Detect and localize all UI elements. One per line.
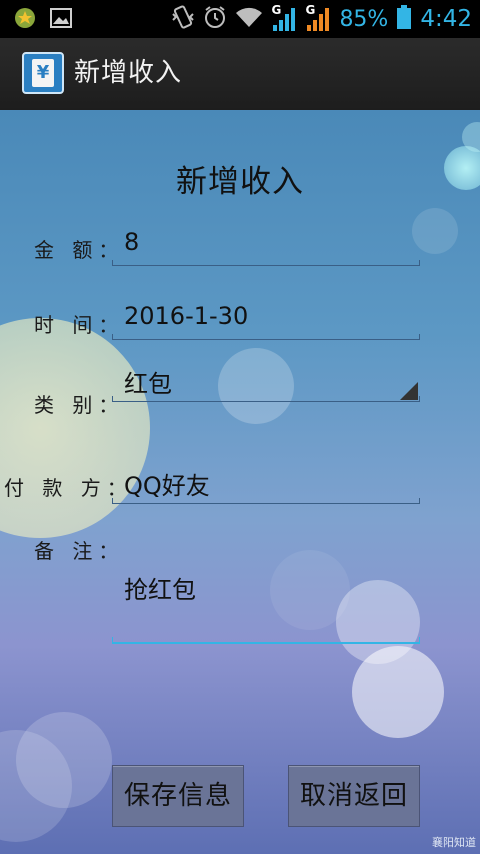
payer-value: QQ好友 — [124, 472, 210, 500]
clock: 4:42 — [420, 6, 472, 32]
cancel-button[interactable]: 取消返回 — [288, 765, 420, 827]
action-bar: ¥ 新增收入 — [0, 38, 480, 112]
bokeh-decoration — [0, 318, 150, 538]
watermark: 襄阳知道 — [432, 836, 476, 849]
app-notification-icon — [14, 7, 36, 33]
field-underline — [112, 334, 420, 340]
image-notification-icon — [50, 8, 72, 32]
app-icon[interactable]: ¥ — [22, 52, 64, 94]
amount-label: 金 额： — [34, 238, 125, 262]
vibrate-icon — [171, 4, 195, 34]
dropdown-arrow-icon — [400, 382, 418, 400]
battery-percent: 85% — [339, 6, 389, 32]
field-underline — [112, 260, 420, 266]
action-bar-title: 新增收入 — [74, 58, 183, 88]
time-value: 2016-1-30 — [124, 302, 249, 330]
payer-field[interactable]: QQ好友 — [112, 458, 420, 504]
note-field[interactable]: 抢红包 — [112, 550, 420, 644]
field-underline — [112, 396, 420, 402]
status-bar: G G 85% 4:42 — [0, 0, 480, 38]
save-button[interactable]: 保存信息 — [112, 765, 244, 827]
signal-icon-2: G — [305, 3, 331, 33]
category-spinner[interactable]: 红包 — [112, 358, 420, 402]
time-field[interactable]: 2016-1-30 — [112, 294, 420, 340]
signal-icon-1: G — [271, 3, 297, 33]
amount-value: 8 — [124, 228, 140, 256]
field-underline — [112, 637, 420, 644]
amount-field[interactable]: 8 — [112, 220, 420, 266]
add-income-form: 新增收入 金 额： 8 时 间： 2016-1-30 类 别： 红包 付 款 方… — [0, 110, 480, 854]
category-label: 类 别： — [34, 393, 125, 417]
note-label: 备 注： — [34, 539, 125, 563]
yen-icon: ¥ — [32, 59, 54, 87]
note-value: 抢红包 — [124, 576, 196, 604]
alarm-icon — [203, 5, 227, 33]
form-title: 新增收入 — [176, 164, 304, 200]
wifi-icon — [235, 6, 263, 32]
category-value: 红包 — [124, 370, 172, 398]
time-label: 时 间： — [34, 313, 125, 337]
battery-icon — [396, 4, 412, 34]
field-underline — [112, 498, 420, 504]
bokeh-decoration — [352, 646, 444, 738]
